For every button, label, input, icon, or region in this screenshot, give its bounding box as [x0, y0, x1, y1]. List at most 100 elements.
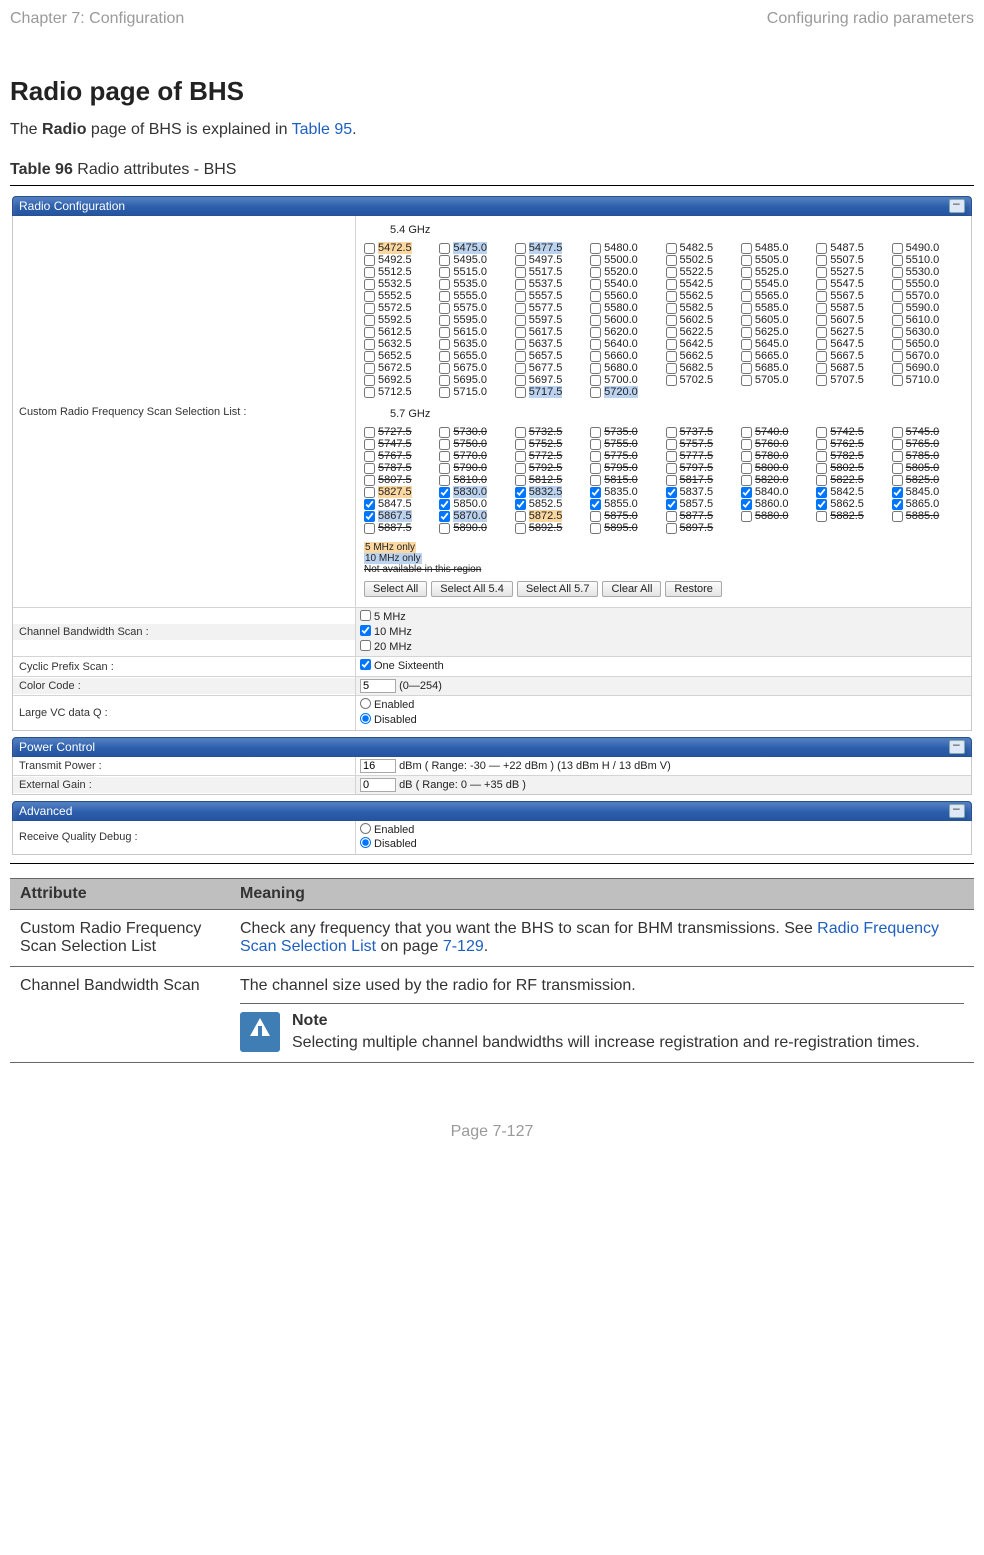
freq-5832.5[interactable]: 5832.5	[515, 486, 586, 498]
freq-5492.5[interactable]: 5492.5	[364, 254, 435, 266]
freq-5602.5[interactable]: 5602.5	[666, 314, 737, 326]
freq-5732.5[interactable]: 5732.5	[515, 426, 586, 438]
freq-5845.0[interactable]: 5845.0	[892, 486, 963, 498]
chan-bw-5[interactable]: 5 MHz	[360, 610, 967, 625]
freq-5482.5[interactable]: 5482.5	[666, 242, 737, 254]
freq-5742.5[interactable]: 5742.5	[816, 426, 887, 438]
freq-5532.5[interactable]: 5532.5	[364, 278, 435, 290]
freq-5562.5[interactable]: 5562.5	[666, 290, 737, 302]
freq-5480.0[interactable]: 5480.0	[590, 242, 661, 254]
freq-5810.0[interactable]: 5810.0	[439, 474, 510, 486]
freq-5680.0[interactable]: 5680.0	[590, 362, 661, 374]
collapse-icon[interactable]	[949, 199, 965, 213]
freq-5695.0[interactable]: 5695.0	[439, 374, 510, 386]
freq-5897.5[interactable]: 5897.5	[666, 522, 737, 534]
freq-5687.5[interactable]: 5687.5	[816, 362, 887, 374]
freq-5580.0[interactable]: 5580.0	[590, 302, 661, 314]
freq-5825.0[interactable]: 5825.0	[892, 474, 963, 486]
freq-5807.5[interactable]: 5807.5	[364, 474, 435, 486]
freq-5495.0[interactable]: 5495.0	[439, 254, 510, 266]
freq-5792.5[interactable]: 5792.5	[515, 462, 586, 474]
freq-5592.5[interactable]: 5592.5	[364, 314, 435, 326]
freq-5627.5[interactable]: 5627.5	[816, 326, 887, 338]
freq-5697.5[interactable]: 5697.5	[515, 374, 586, 386]
chan-bw-10[interactable]: 10 MHz	[360, 625, 967, 640]
freq-5750.0[interactable]: 5750.0	[439, 438, 510, 450]
chan-bw-20[interactable]: 20 MHz	[360, 640, 967, 655]
ext-gain-input[interactable]	[360, 778, 396, 792]
collapse-icon[interactable]	[949, 740, 965, 754]
freq-5590.0[interactable]: 5590.0	[892, 302, 963, 314]
freq-5607.5[interactable]: 5607.5	[816, 314, 887, 326]
page-link[interactable]: 7-129	[443, 938, 484, 955]
freq-5842.5[interactable]: 5842.5	[816, 486, 887, 498]
restore-button[interactable]: Restore	[665, 581, 722, 597]
select-all-button[interactable]: Select All	[364, 581, 427, 597]
freq-5782.5[interactable]: 5782.5	[816, 450, 887, 462]
freq-5877.5[interactable]: 5877.5	[666, 510, 737, 522]
freq-5630.0[interactable]: 5630.0	[892, 326, 963, 338]
freq-5855.0[interactable]: 5855.0	[590, 498, 661, 510]
panel-power-control[interactable]: Power Control	[12, 737, 972, 757]
freq-5752.5[interactable]: 5752.5	[515, 438, 586, 450]
freq-5547.5[interactable]: 5547.5	[816, 278, 887, 290]
freq-5622.5[interactable]: 5622.5	[666, 326, 737, 338]
freq-5800.0[interactable]: 5800.0	[741, 462, 812, 474]
freq-5545.0[interactable]: 5545.0	[741, 278, 812, 290]
freq-5865.0[interactable]: 5865.0	[892, 498, 963, 510]
freq-5795.0[interactable]: 5795.0	[590, 462, 661, 474]
freq-5525.0[interactable]: 5525.0	[741, 266, 812, 278]
freq-5530.0[interactable]: 5530.0	[892, 266, 963, 278]
freq-5620.0[interactable]: 5620.0	[590, 326, 661, 338]
freq-5612.5[interactable]: 5612.5	[364, 326, 435, 338]
freq-5740.0[interactable]: 5740.0	[741, 426, 812, 438]
panel-advanced[interactable]: Advanced	[12, 801, 972, 821]
freq-5790.0[interactable]: 5790.0	[439, 462, 510, 474]
freq-5490.0[interactable]: 5490.0	[892, 242, 963, 254]
freq-5635.0[interactable]: 5635.0	[439, 338, 510, 350]
freq-5665.0[interactable]: 5665.0	[741, 350, 812, 362]
freq-5847.5[interactable]: 5847.5	[364, 498, 435, 510]
freq-5700.0[interactable]: 5700.0	[590, 374, 661, 386]
clear-all-button[interactable]: Clear All	[602, 581, 661, 597]
freq-5572.5[interactable]: 5572.5	[364, 302, 435, 314]
collapse-icon[interactable]	[949, 804, 965, 818]
freq-5537.5[interactable]: 5537.5	[515, 278, 586, 290]
freq-5565.0[interactable]: 5565.0	[741, 290, 812, 302]
freq-5737.5[interactable]: 5737.5	[666, 426, 737, 438]
freq-5650.0[interactable]: 5650.0	[892, 338, 963, 350]
freq-5662.5[interactable]: 5662.5	[666, 350, 737, 362]
freq-5835.0[interactable]: 5835.0	[590, 486, 661, 498]
freq-5885.0[interactable]: 5885.0	[892, 510, 963, 522]
freq-5745.0[interactable]: 5745.0	[892, 426, 963, 438]
freq-5505.0[interactable]: 5505.0	[741, 254, 812, 266]
freq-5657.5[interactable]: 5657.5	[515, 350, 586, 362]
freq-5762.5[interactable]: 5762.5	[816, 438, 887, 450]
freq-5587.5[interactable]: 5587.5	[816, 302, 887, 314]
freq-5785.0[interactable]: 5785.0	[892, 450, 963, 462]
freq-5500.0[interactable]: 5500.0	[590, 254, 661, 266]
freq-5477.5[interactable]: 5477.5	[515, 242, 586, 254]
freq-5882.5[interactable]: 5882.5	[816, 510, 887, 522]
freq-5872.5[interactable]: 5872.5	[515, 510, 586, 522]
freq-5637.5[interactable]: 5637.5	[515, 338, 586, 350]
freq-5875.0[interactable]: 5875.0	[590, 510, 661, 522]
freq-5560.0[interactable]: 5560.0	[590, 290, 661, 302]
freq-5552.5[interactable]: 5552.5	[364, 290, 435, 302]
freq-5887.5[interactable]: 5887.5	[364, 522, 435, 534]
freq-5522.5[interactable]: 5522.5	[666, 266, 737, 278]
freq-5880.0[interactable]: 5880.0	[741, 510, 812, 522]
freq-5727.5[interactable]: 5727.5	[364, 426, 435, 438]
freq-5667.5[interactable]: 5667.5	[816, 350, 887, 362]
freq-5647.5[interactable]: 5647.5	[816, 338, 887, 350]
freq-5717.5[interactable]: 5717.5	[515, 386, 586, 398]
freq-5507.5[interactable]: 5507.5	[816, 254, 887, 266]
freq-5655.0[interactable]: 5655.0	[439, 350, 510, 362]
freq-5815.0[interactable]: 5815.0	[590, 474, 661, 486]
freq-5497.5[interactable]: 5497.5	[515, 254, 586, 266]
freq-5767.5[interactable]: 5767.5	[364, 450, 435, 462]
freq-5535.0[interactable]: 5535.0	[439, 278, 510, 290]
freq-5682.5[interactable]: 5682.5	[666, 362, 737, 374]
freq-5512.5[interactable]: 5512.5	[364, 266, 435, 278]
freq-5780.0[interactable]: 5780.0	[741, 450, 812, 462]
